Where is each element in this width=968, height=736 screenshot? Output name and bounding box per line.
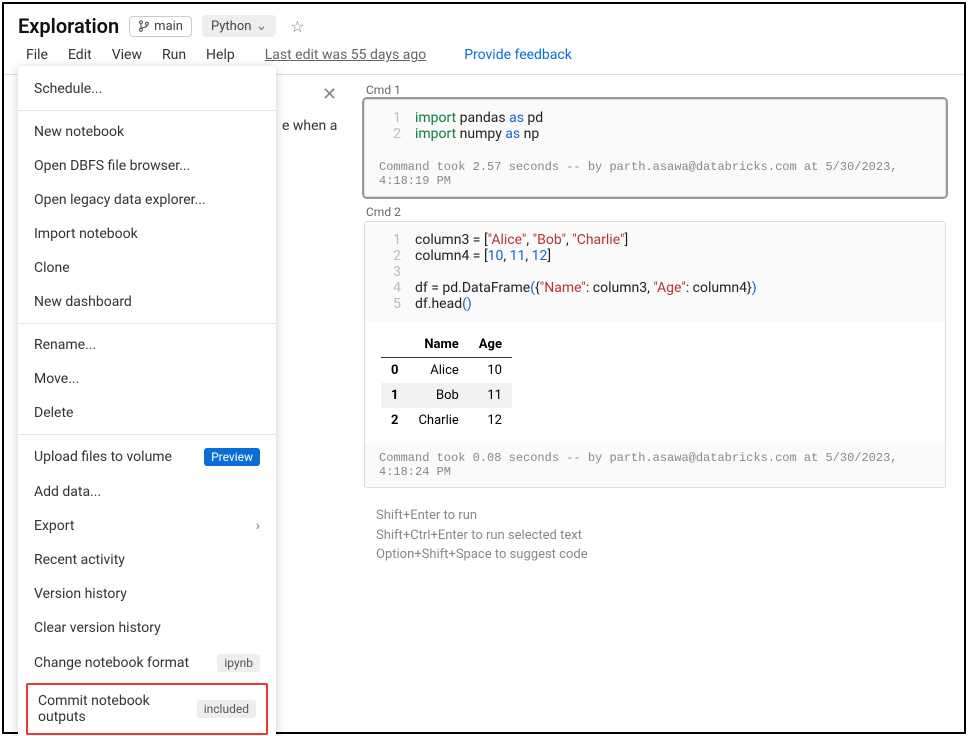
- branch-icon: [138, 20, 150, 32]
- col-name: Name: [408, 332, 468, 358]
- app-window: Exploration main Python ⌄ ☆ File Edit Vi…: [2, 2, 966, 734]
- menu-item-upload[interactable]: Upload files to volume Preview: [18, 439, 276, 475]
- menu-item-rename[interactable]: Rename...: [18, 328, 276, 362]
- file-dropdown: Schedule... New notebook Open DBFS file …: [18, 66, 276, 736]
- menu-item-commit-outputs[interactable]: Commit notebook outputsincluded: [26, 683, 268, 735]
- code-cell-2[interactable]: 1column3 = ["Alice", "Bob", "Charlie"] 2…: [364, 221, 946, 488]
- menu-item-change-format[interactable]: Change notebook format ipynb: [18, 645, 276, 681]
- separator: [18, 110, 276, 111]
- label: Import notebook: [34, 226, 138, 242]
- language-chip[interactable]: Python ⌄: [202, 15, 276, 37]
- branch-chip[interactable]: main: [129, 16, 192, 37]
- label: Clear version history: [34, 620, 161, 636]
- chevron-down-icon: ⌄: [255, 18, 267, 34]
- code-cell-1[interactable]: 1import pandas as pd 2import numpy as np…: [364, 99, 946, 197]
- menu-item-open-legacy[interactable]: Open legacy data explorer...: [18, 183, 276, 217]
- label: Open legacy data explorer...: [34, 192, 206, 208]
- menu-item-clone[interactable]: Clone: [18, 251, 276, 285]
- menu-item-schedule[interactable]: Schedule...: [18, 72, 276, 106]
- label: New dashboard: [34, 294, 132, 310]
- hint-line: Shift+Enter to run: [376, 506, 934, 526]
- table-row: 0Alice10: [381, 358, 512, 384]
- cmd-footer-1: Command took 2.57 seconds -- by parth.as…: [365, 152, 945, 196]
- label: Open DBFS file browser...: [34, 158, 190, 174]
- hint-line: Option+Shift+Space to suggest code: [376, 545, 934, 565]
- label: Change notebook format: [34, 655, 189, 671]
- menu-item-version-history[interactable]: Version history: [18, 577, 276, 611]
- feedback-link[interactable]: Provide feedback: [456, 44, 580, 66]
- label: Export: [34, 518, 74, 534]
- table-row: 2Charlie12: [381, 408, 512, 433]
- separator: [18, 323, 276, 324]
- table-row: 1Bob11: [381, 383, 512, 408]
- code-editor[interactable]: 1column3 = ["Alice", "Bob", "Charlie"] 2…: [365, 222, 945, 322]
- menu-item-add-data[interactable]: Add data...: [18, 475, 276, 509]
- label: Schedule...: [34, 81, 102, 97]
- menu-item-recent-activity[interactable]: Recent activity: [18, 543, 276, 577]
- label: Version history: [34, 586, 127, 602]
- star-icon[interactable]: ☆: [290, 17, 304, 36]
- cmd-footer-2: Command took 0.08 seconds -- by parth.as…: [365, 443, 945, 487]
- label: Upload files to volume: [34, 449, 172, 465]
- label: New notebook: [34, 124, 124, 140]
- label: Recent activity: [34, 552, 125, 568]
- separator: [18, 434, 276, 435]
- main: Cmd 1 1import pandas as pd 2import numpy…: [356, 75, 964, 721]
- branch-name: main: [154, 19, 183, 34]
- header: Exploration main Python ⌄ ☆: [4, 4, 964, 42]
- menu-run[interactable]: Run: [154, 44, 194, 66]
- label: Add data...: [34, 484, 101, 500]
- cell-output: NameAge 0Alice10 1Bob11 2Charlie12: [365, 322, 945, 443]
- label: Clone: [34, 260, 70, 276]
- col-age: Age: [469, 332, 512, 358]
- menu-item-new-dashboard[interactable]: New dashboard: [18, 285, 276, 319]
- menu-item-new-notebook[interactable]: New notebook: [18, 115, 276, 149]
- label: Commit notebook outputs: [38, 693, 197, 725]
- menu-item-import-notebook[interactable]: Import notebook: [18, 217, 276, 251]
- preview-badge: Preview: [204, 448, 260, 466]
- menu-help[interactable]: Help: [198, 44, 243, 66]
- label: Delete: [34, 405, 73, 421]
- menu-edit[interactable]: Edit: [60, 44, 100, 66]
- menu-file[interactable]: File: [18, 44, 56, 66]
- notebook-title[interactable]: Exploration: [18, 14, 119, 38]
- label: Move...: [34, 371, 79, 387]
- menu-item-open-dbfs[interactable]: Open DBFS file browser...: [18, 149, 276, 183]
- menu-item-export[interactable]: Export ›: [18, 509, 276, 543]
- code-editor[interactable]: 1import pandas as pd 2import numpy as np: [365, 100, 945, 152]
- label: Rename...: [34, 337, 96, 353]
- menu-item-move[interactable]: Move...: [18, 362, 276, 396]
- menu-item-delete[interactable]: Delete: [18, 396, 276, 430]
- hint-line: Shift+Ctrl+Enter to run selected text: [376, 526, 934, 546]
- last-edit-link[interactable]: Last edit was 55 days ago: [257, 44, 434, 66]
- format-badge: ipynb: [217, 654, 260, 672]
- menu-item-clear-version[interactable]: Clear version history: [18, 611, 276, 645]
- included-badge: included: [197, 700, 256, 718]
- dataframe-table: NameAge 0Alice10 1Bob11 2Charlie12: [381, 332, 512, 433]
- menu-view[interactable]: View: [104, 44, 150, 66]
- cmd-label-2: Cmd 2: [366, 205, 954, 219]
- language-label: Python: [211, 19, 251, 34]
- keyboard-hints: Shift+Enter to run Shift+Ctrl+Enter to r…: [356, 496, 954, 575]
- cmd-label-1: Cmd 1: [366, 83, 954, 97]
- chevron-right-icon: ›: [256, 518, 260, 534]
